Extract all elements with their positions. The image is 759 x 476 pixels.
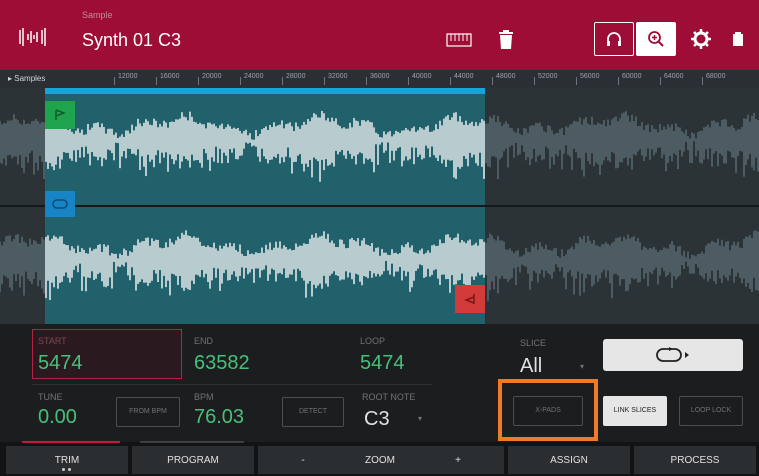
tab-process[interactable]: PROCESS bbox=[634, 446, 756, 474]
slice-label: Slice bbox=[520, 338, 547, 348]
bpm-value[interactable]: 76.03 bbox=[194, 406, 244, 429]
from-bpm-button[interactable]: From BPM bbox=[116, 397, 180, 427]
start-marker[interactable] bbox=[45, 101, 75, 129]
trash-icon[interactable] bbox=[498, 30, 514, 50]
start-flag-icon bbox=[55, 109, 66, 120]
tab-assign[interactable]: ASSIGN bbox=[508, 446, 630, 474]
battery-icon bbox=[732, 32, 744, 46]
root-note-label: Root Note bbox=[362, 392, 416, 402]
tune-value[interactable]: 0.00 bbox=[38, 406, 77, 429]
start-label: Start bbox=[38, 336, 67, 346]
ruler-tick: 52000 bbox=[533, 73, 558, 85]
end-label: End bbox=[194, 336, 214, 346]
loop-icon bbox=[52, 199, 68, 209]
ruler-tick: 36000 bbox=[365, 73, 390, 85]
zoom-label: ZOOM bbox=[348, 446, 412, 474]
ruler-tick: 28000 bbox=[281, 73, 306, 85]
sample-label: Sample bbox=[82, 10, 113, 20]
zoom-in-button[interactable]: + bbox=[412, 446, 504, 474]
tab-trim[interactable]: TRIM bbox=[6, 446, 128, 474]
ruler-tick: 64000 bbox=[659, 73, 684, 85]
ruler-tick: 60000 bbox=[617, 73, 642, 85]
waveform-view[interactable] bbox=[0, 88, 759, 324]
ruler-tick: 16000 bbox=[155, 73, 180, 85]
sample-waveform-icon bbox=[18, 26, 48, 48]
tune-label: Tune bbox=[38, 392, 63, 402]
tab-indicator bbox=[140, 441, 244, 443]
selection-range-bar[interactable] bbox=[45, 88, 485, 94]
loop-value[interactable]: 5474 bbox=[360, 352, 405, 375]
sample-ruler: ▸ Samples 12000 16000 20000 24000 28000 … bbox=[0, 70, 759, 88]
slice-dropdown-caret-icon: ▾ bbox=[580, 362, 585, 371]
page-dot bbox=[68, 468, 71, 471]
ruler-title: ▸ Samples bbox=[8, 74, 46, 83]
ruler-tick: 24000 bbox=[239, 73, 264, 85]
start-value[interactable]: 5474 bbox=[38, 352, 83, 375]
loop-lock-button[interactable]: Loop Lock bbox=[679, 396, 743, 426]
ruler-tick: 40000 bbox=[407, 73, 432, 85]
panel-divider bbox=[32, 384, 432, 385]
loop-play-icon bbox=[656, 347, 689, 362]
end-flag-icon bbox=[464, 294, 475, 304]
bpm-label: BPM bbox=[194, 392, 214, 402]
x-pads-highlight bbox=[498, 379, 598, 441]
page-dot bbox=[62, 468, 65, 471]
active-tab-indicator bbox=[22, 441, 120, 443]
tab-program[interactable]: PROGRAM bbox=[132, 446, 254, 474]
ruler-tick: 12000 bbox=[113, 73, 138, 85]
root-note-dropdown-caret-icon: ▾ bbox=[418, 414, 423, 423]
loop-label: Loop bbox=[360, 336, 386, 346]
zoom-out-button[interactable]: - bbox=[258, 446, 348, 474]
ruler-title-text: Samples bbox=[14, 74, 46, 83]
ruler-tick: 48000 bbox=[491, 73, 516, 85]
ruler-tick: 44000 bbox=[449, 73, 474, 85]
ruler-tick: 56000 bbox=[575, 73, 600, 85]
ruler-tick: 20000 bbox=[197, 73, 222, 85]
magnifier-plus-icon bbox=[648, 31, 664, 47]
loop-marker[interactable] bbox=[45, 191, 75, 217]
headphones-button[interactable] bbox=[594, 22, 634, 56]
root-note-value[interactable]: C3 bbox=[364, 408, 390, 431]
end-value[interactable]: 63582 bbox=[194, 352, 250, 375]
headphones-icon bbox=[607, 32, 621, 46]
slice-value[interactable]: All bbox=[520, 355, 542, 378]
zoom-mode-button[interactable] bbox=[636, 22, 676, 56]
ruler-tick: 68000 bbox=[701, 73, 726, 85]
keyboard-icon[interactable] bbox=[446, 32, 472, 48]
waveform-display bbox=[0, 88, 759, 324]
end-marker[interactable] bbox=[455, 285, 485, 313]
detect-button[interactable]: Detect bbox=[282, 397, 344, 427]
loop-toggle-button[interactable] bbox=[603, 339, 743, 371]
gear-icon[interactable] bbox=[690, 28, 712, 50]
ruler-tick: 32000 bbox=[323, 73, 348, 85]
link-slices-button[interactable]: Link Slices bbox=[603, 396, 667, 426]
sample-name[interactable]: Synth 01 C3 bbox=[82, 30, 181, 51]
